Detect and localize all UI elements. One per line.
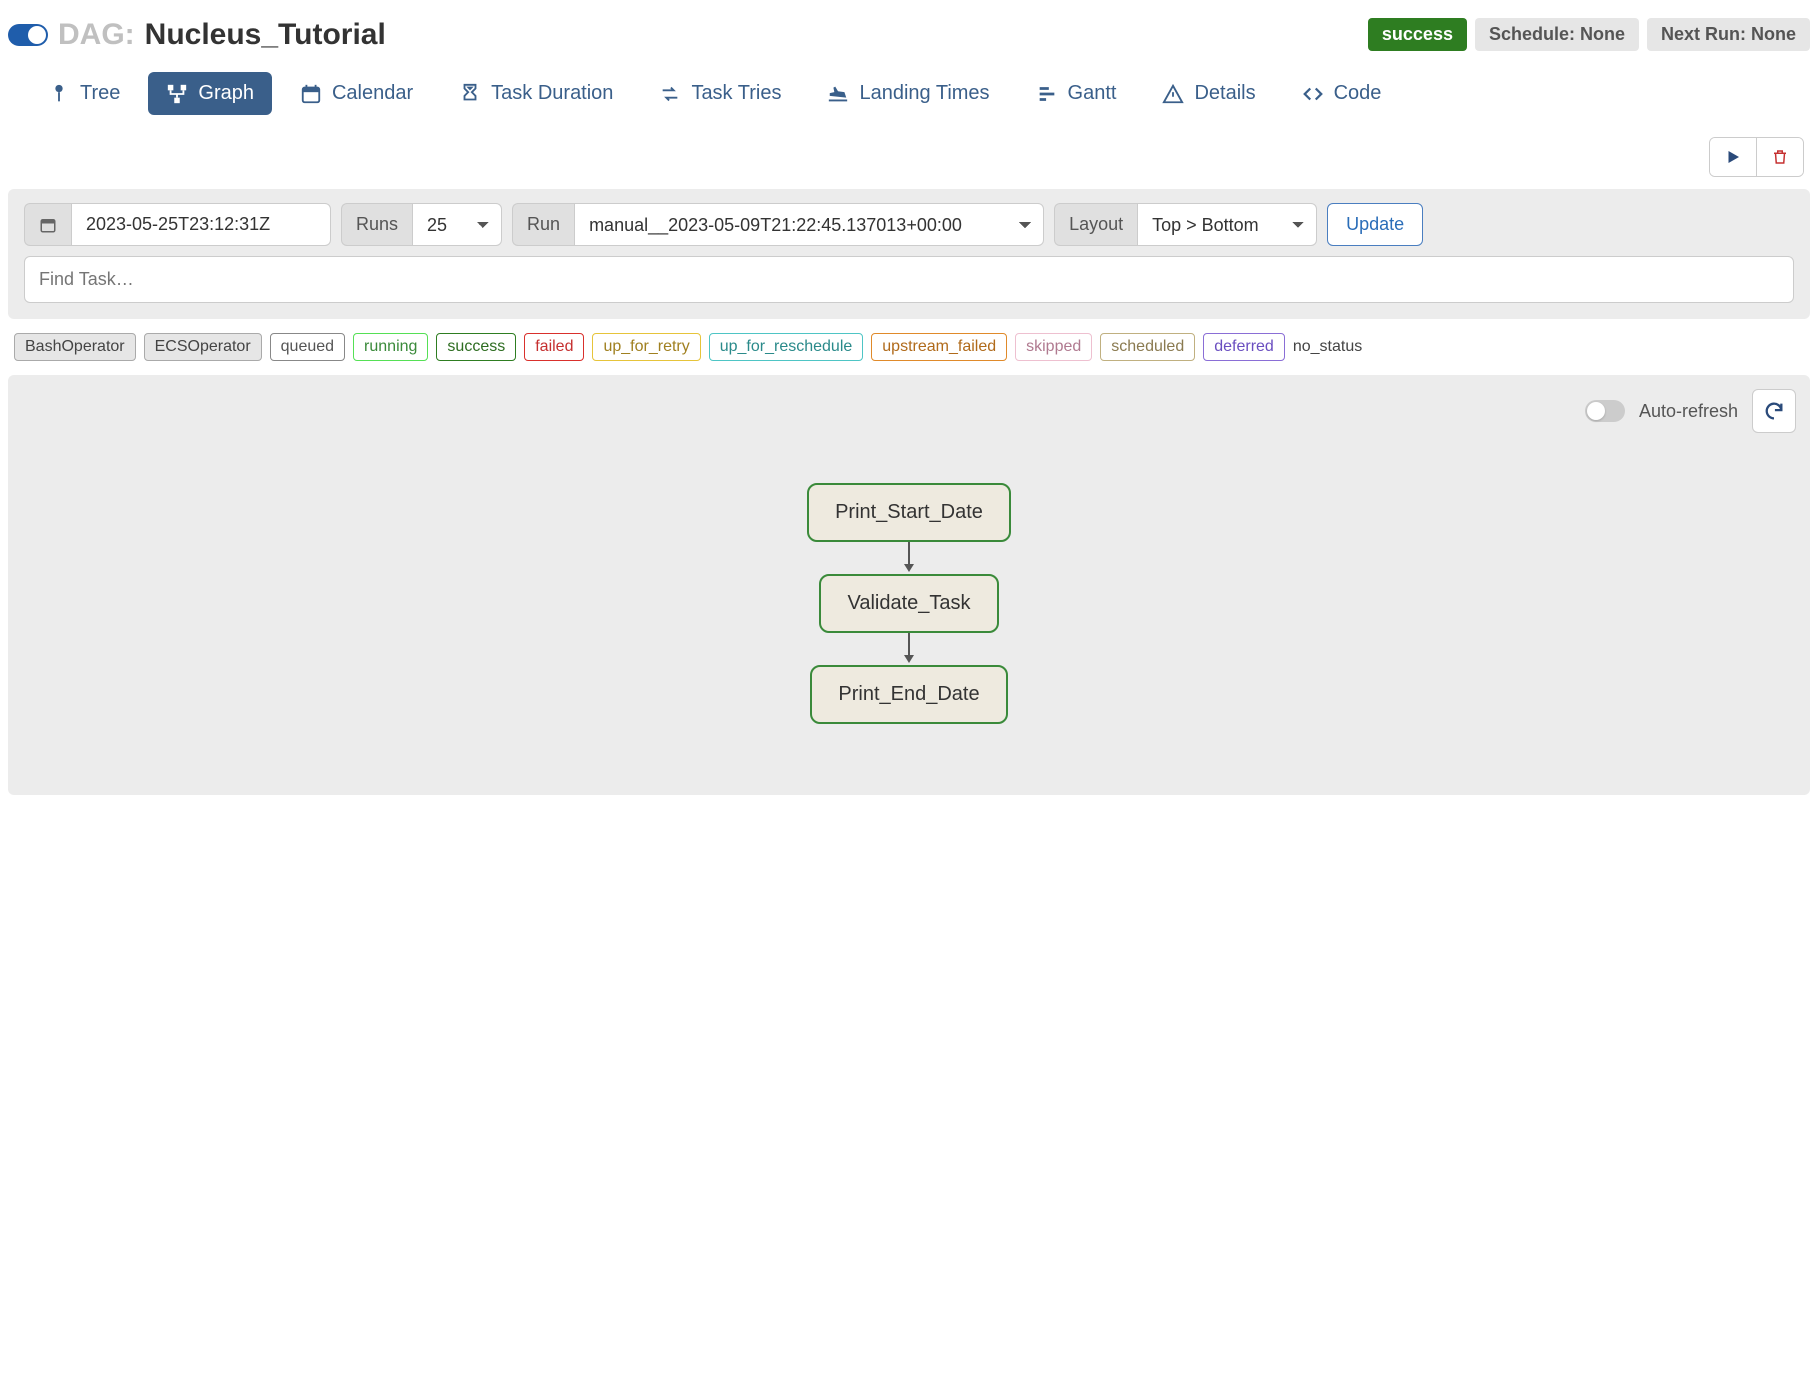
tab-label: Tree (80, 82, 120, 105)
status-chip-upstream-failed[interactable]: upstream_failed (871, 333, 1007, 361)
base-date-input[interactable] (71, 203, 331, 246)
runs-select[interactable]: 25 (412, 203, 502, 246)
gantt-icon (1036, 83, 1058, 105)
status-chip-queued[interactable]: queued (270, 333, 345, 361)
runs-label: Runs (341, 203, 412, 246)
code-icon (1302, 83, 1324, 105)
run-select[interactable]: manual__2023-05-09T21:22:45.137013+00:00 (574, 203, 1044, 246)
trash-icon (1771, 148, 1789, 166)
tab-tree[interactable]: Tree (30, 72, 138, 115)
no-status-label: no_status (1293, 338, 1362, 356)
tab-calendar[interactable]: Calendar (282, 72, 431, 115)
calendar-icon (300, 83, 322, 105)
refresh-button[interactable] (1752, 389, 1796, 433)
next-run-badge: Next Run: None (1647, 18, 1810, 51)
legend: BashOperator ECSOperator queued running … (8, 319, 1810, 375)
tab-label: Code (1334, 82, 1382, 105)
run-label: Run (512, 203, 574, 246)
tab-label: Landing Times (859, 82, 989, 105)
tab-task-duration[interactable]: Task Duration (441, 72, 631, 115)
play-icon (1724, 148, 1742, 166)
layout-group: Layout Top > Bottom (1054, 203, 1317, 246)
tab-gantt[interactable]: Gantt (1018, 72, 1135, 115)
operator-chip[interactable]: ECSOperator (144, 333, 262, 361)
status-chip-deferred[interactable]: deferred (1203, 333, 1285, 361)
schedule-badge: Schedule: None (1475, 18, 1639, 51)
status-chip-failed[interactable]: failed (524, 333, 584, 361)
trigger-dag-button[interactable] (1710, 138, 1756, 176)
tab-label: Details (1194, 82, 1255, 105)
status-badge: success (1368, 18, 1467, 51)
tab-label: Calendar (332, 82, 413, 105)
tab-label: Task Tries (691, 82, 781, 105)
delete-dag-button[interactable] (1756, 138, 1803, 176)
tab-label: Gantt (1068, 82, 1117, 105)
dag-title: Nucleus_Tutorial (145, 18, 386, 52)
edge-arrow (902, 633, 916, 665)
status-chip-up-for-retry[interactable]: up_for_retry (592, 333, 700, 361)
tab-details[interactable]: Details (1144, 72, 1273, 115)
tab-graph[interactable]: Graph (148, 72, 272, 115)
operator-chip[interactable]: BashOperator (14, 333, 136, 361)
dag-action-buttons (1709, 137, 1804, 177)
status-chip-scheduled[interactable]: scheduled (1100, 333, 1195, 361)
find-task-input[interactable] (24, 256, 1794, 303)
refresh-icon (1763, 400, 1785, 422)
status-chip-skipped[interactable]: skipped (1015, 333, 1092, 361)
hourglass-icon (459, 83, 481, 105)
update-button[interactable]: Update (1327, 203, 1423, 246)
status-chip-success[interactable]: success (436, 333, 516, 361)
layout-select[interactable]: Top > Bottom (1137, 203, 1317, 246)
tab-label: Graph (198, 82, 254, 105)
runs-group: Runs 25 (341, 203, 502, 246)
edge-arrow (902, 542, 916, 574)
run-group: Run manual__2023-05-09T21:22:45.137013+0… (512, 203, 1044, 246)
tab-label: Task Duration (491, 82, 613, 105)
details-icon (1162, 83, 1184, 105)
dag-prefix: DAG: (58, 18, 135, 52)
base-date-group (24, 203, 331, 246)
layout-label: Layout (1054, 203, 1137, 246)
tab-task-tries[interactable]: Task Tries (641, 72, 799, 115)
dag-enable-toggle[interactable] (8, 24, 48, 46)
auto-refresh-label: Auto-refresh (1639, 401, 1738, 422)
task-node[interactable]: Print_Start_Date (807, 483, 1011, 542)
landing-icon (827, 83, 849, 105)
retry-icon (659, 83, 681, 105)
auto-refresh-toggle[interactable] (1585, 400, 1625, 422)
tab-landing-times[interactable]: Landing Times (809, 72, 1007, 115)
tree-icon (48, 83, 70, 105)
task-node[interactable]: Print_End_Date (810, 665, 1007, 724)
graph-icon (166, 83, 188, 105)
status-chip-up-for-reschedule[interactable]: up_for_reschedule (709, 333, 864, 361)
task-node[interactable]: Validate_Task (819, 574, 998, 633)
tab-code[interactable]: Code (1284, 72, 1400, 115)
status-chip-running[interactable]: running (353, 333, 428, 361)
calendar-icon (24, 203, 71, 246)
